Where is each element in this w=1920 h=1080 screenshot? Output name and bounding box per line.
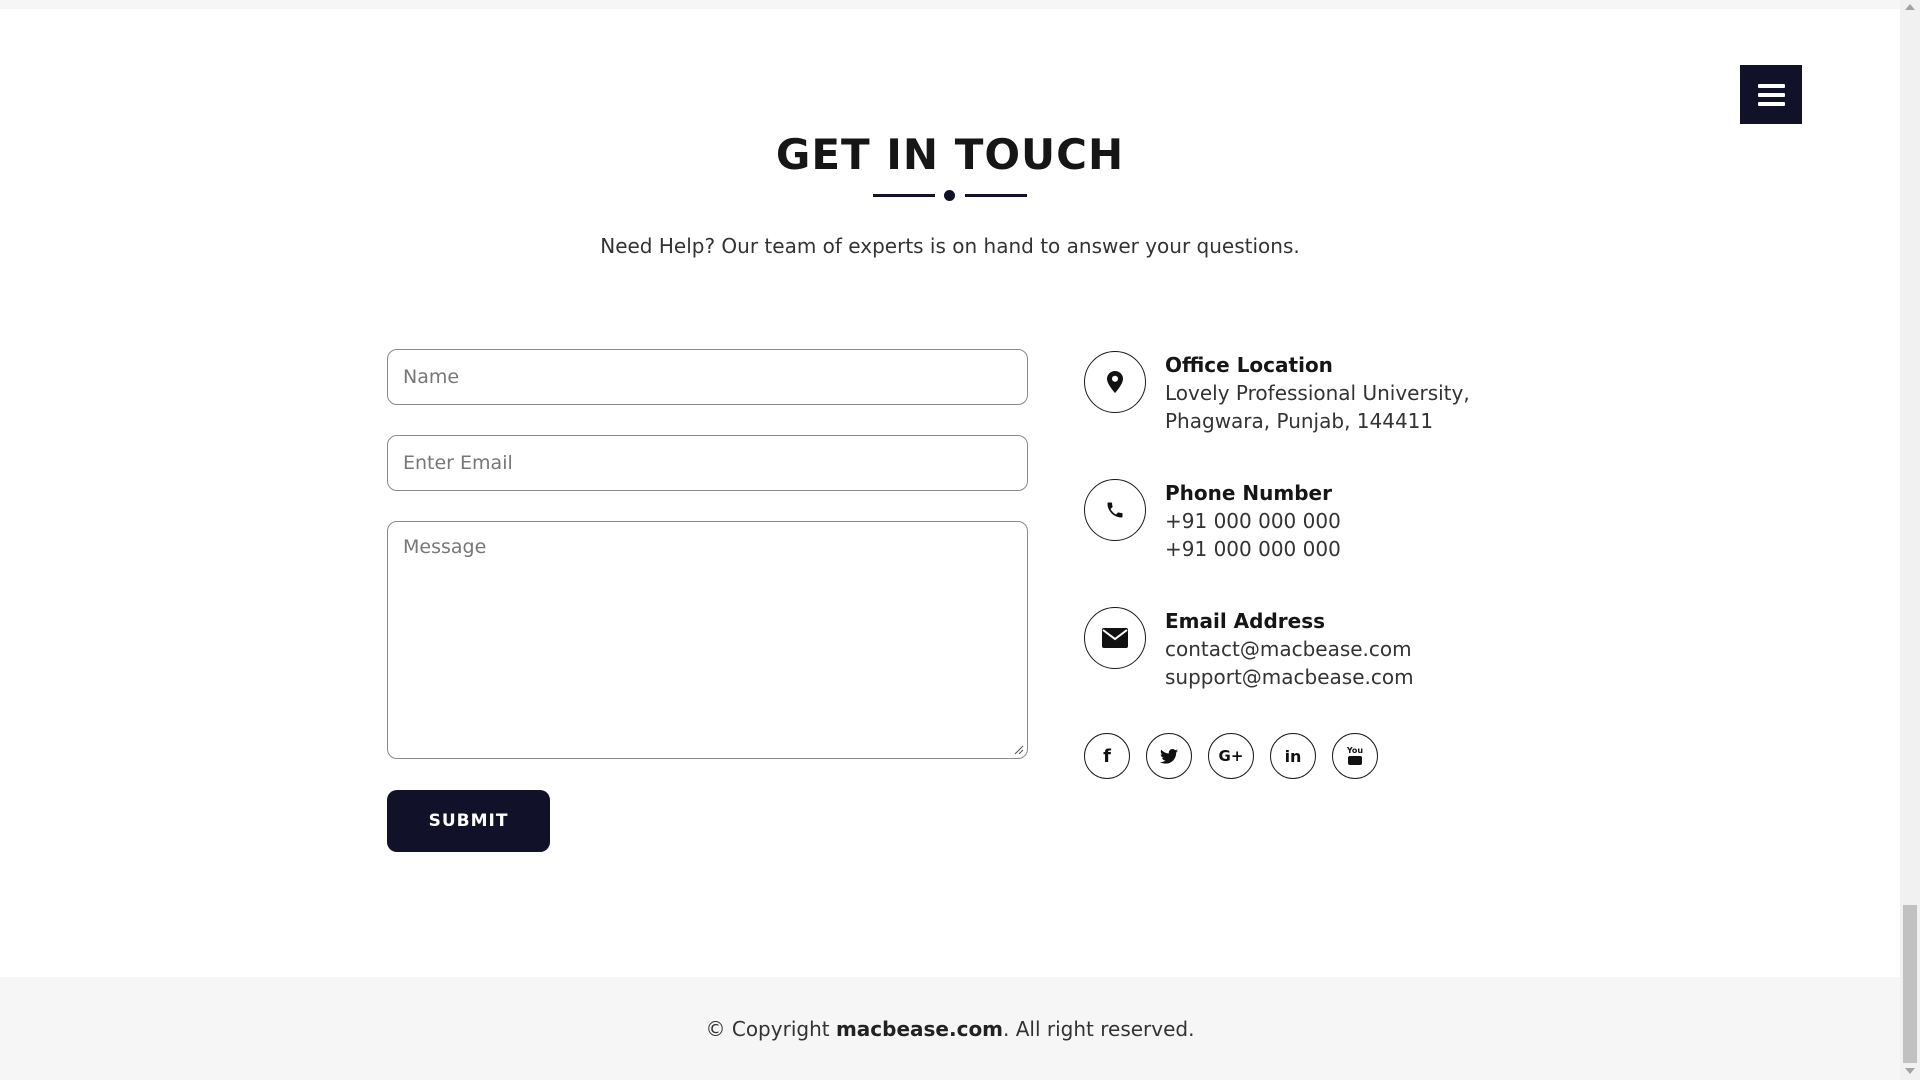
name-input[interactable]	[387, 349, 1028, 405]
google-plus-icon[interactable]: G+	[1208, 733, 1254, 779]
divider-line	[873, 194, 935, 197]
hamburger-menu-button[interactable]	[1740, 65, 1802, 124]
scroll-down-arrow-icon[interactable]	[1905, 1068, 1915, 1074]
facebook-glyph: f	[1103, 745, 1111, 767]
youtube-tube	[1348, 756, 1362, 765]
linkedin-glyph: in	[1284, 746, 1302, 766]
divider-line	[965, 194, 1027, 197]
resize-grip-icon[interactable]	[1014, 745, 1024, 755]
phone-number-line: +91 000 000 000	[1165, 537, 1341, 561]
top-strip	[0, 0, 1900, 9]
copyright-suffix: . All right reserved.	[1003, 1016, 1195, 1041]
linkedin-icon[interactable]: in	[1270, 733, 1316, 779]
vertical-scrollbar[interactable]	[1900, 0, 1920, 1080]
copyright-prefix: © Copyright	[705, 1016, 836, 1041]
hamburger-line	[1757, 92, 1785, 97]
twitter-icon[interactable]	[1146, 733, 1192, 779]
scroll-up-arrow-icon[interactable]	[1905, 4, 1915, 10]
divider-dot	[944, 190, 955, 201]
email-address-line[interactable]: support@macbease.com	[1165, 663, 1414, 691]
hamburger-line	[1757, 101, 1785, 106]
scrollbar-thumb[interactable]	[1903, 905, 1917, 1063]
youtube-icon[interactable]: You	[1332, 733, 1378, 779]
phone-icon	[1084, 479, 1146, 541]
map-pin-icon	[1084, 351, 1146, 413]
envelope-icon	[1084, 607, 1146, 669]
footer: © Copyright macbease.com . All right res…	[0, 977, 1900, 1080]
title-divider	[873, 189, 1027, 201]
email-address-title: Email Address	[1165, 609, 1326, 633]
submit-button[interactable]: SUBMIT	[387, 790, 550, 852]
hamburger-menu-icon	[1757, 83, 1785, 88]
copyright-brand-link[interactable]: macbease.com	[836, 1017, 1003, 1041]
email-input[interactable]	[387, 435, 1028, 491]
phone-number-title: Phone Number	[1165, 481, 1332, 505]
google-plus-glyph: G+	[1218, 747, 1244, 765]
page-title: GET IN TOUCH	[775, 130, 1125, 179]
office-location-title: Office Location	[1165, 353, 1333, 377]
page-subtitle: Need Help? Our team of experts is on han…	[600, 234, 1300, 258]
office-address-line: Lovely Professional University,	[1165, 381, 1470, 405]
youtube-glyph: You	[1347, 747, 1363, 765]
message-textarea[interactable]	[387, 521, 1028, 759]
youtube-text: You	[1346, 746, 1364, 755]
phone-number-line: +91 000 000 000	[1165, 509, 1341, 533]
office-address-line: Phagwara, Punjab, 144411	[1165, 409, 1434, 433]
facebook-icon[interactable]: f	[1084, 733, 1130, 779]
email-address-line[interactable]: contact@macbease.com	[1165, 635, 1414, 663]
